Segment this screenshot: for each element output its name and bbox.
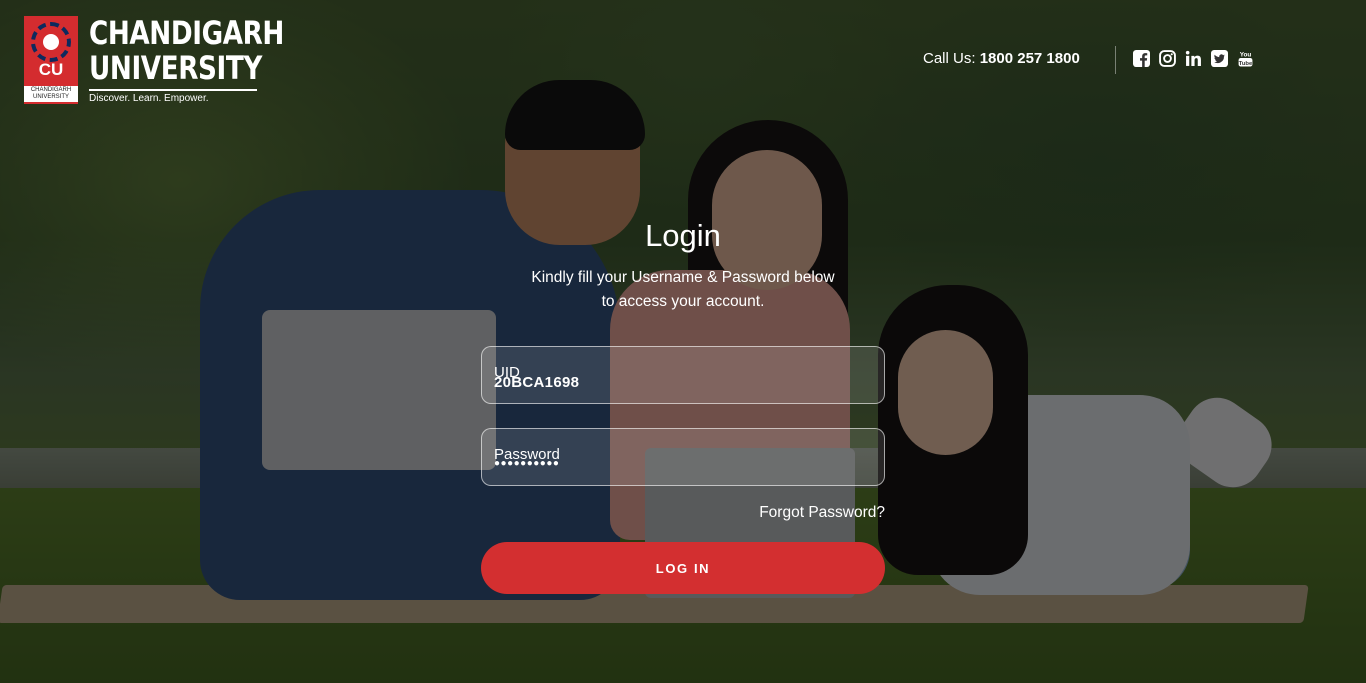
call-us-label: Call Us: — [923, 50, 976, 67]
login-subtitle-line2: to access your account. — [601, 293, 765, 310]
instagram-icon[interactable] — [1159, 50, 1176, 67]
university-logo[interactable]: CU CHANDIGARH UNIVERSITY CHANDIGARH UNIV… — [24, 16, 284, 106]
social-links: You Tube — [1133, 50, 1254, 67]
login-subtitle-line1: Kindly fill your Username & Password bel… — [531, 269, 835, 286]
logo-divider — [89, 89, 257, 91]
logo-emblem-subtext: CHANDIGARH UNIVERSITY — [24, 86, 78, 102]
svg-text:You: You — [1240, 51, 1252, 58]
facebook-icon[interactable] — [1133, 50, 1150, 67]
uid-input[interactable]: 20BCA1698 — [494, 374, 579, 391]
header-divider — [1115, 46, 1116, 74]
uid-field[interactable]: UID 20BCA1698 — [481, 346, 885, 404]
forgot-password-link[interactable]: Forgot Password? — [759, 504, 885, 522]
linkedin-icon[interactable] — [1185, 50, 1202, 67]
svg-text:Tube: Tube — [1239, 61, 1253, 67]
password-input[interactable]: ●●●●●●●●●● — [494, 458, 559, 469]
login-title: Login — [645, 218, 721, 253]
contact-info: Call Us: 1800 257 1800 — [923, 50, 1080, 67]
logo-wordmark: CHANDIGARH UNIVERSITY — [89, 16, 284, 86]
logo-name-line1: CHANDIGARH — [89, 14, 284, 52]
twitter-icon[interactable] — [1211, 50, 1228, 67]
logo-tagline: Discover. Learn. Empower. — [89, 93, 209, 104]
login-subtitle: Kindly fill your Username & Password bel… — [483, 266, 883, 314]
logo-emblem: CU CHANDIGARH UNIVERSITY — [24, 16, 78, 104]
logo-name-line2: UNIVERSITY — [89, 49, 262, 87]
password-field[interactable]: Password ●●●●●●●●●● — [481, 428, 885, 486]
logo-emblem-text: CU — [38, 60, 64, 79]
youtube-icon[interactable]: You Tube — [1237, 50, 1254, 67]
phone-number[interactable]: 1800 257 1800 — [980, 50, 1080, 67]
login-button[interactable]: LOG IN — [481, 542, 885, 594]
